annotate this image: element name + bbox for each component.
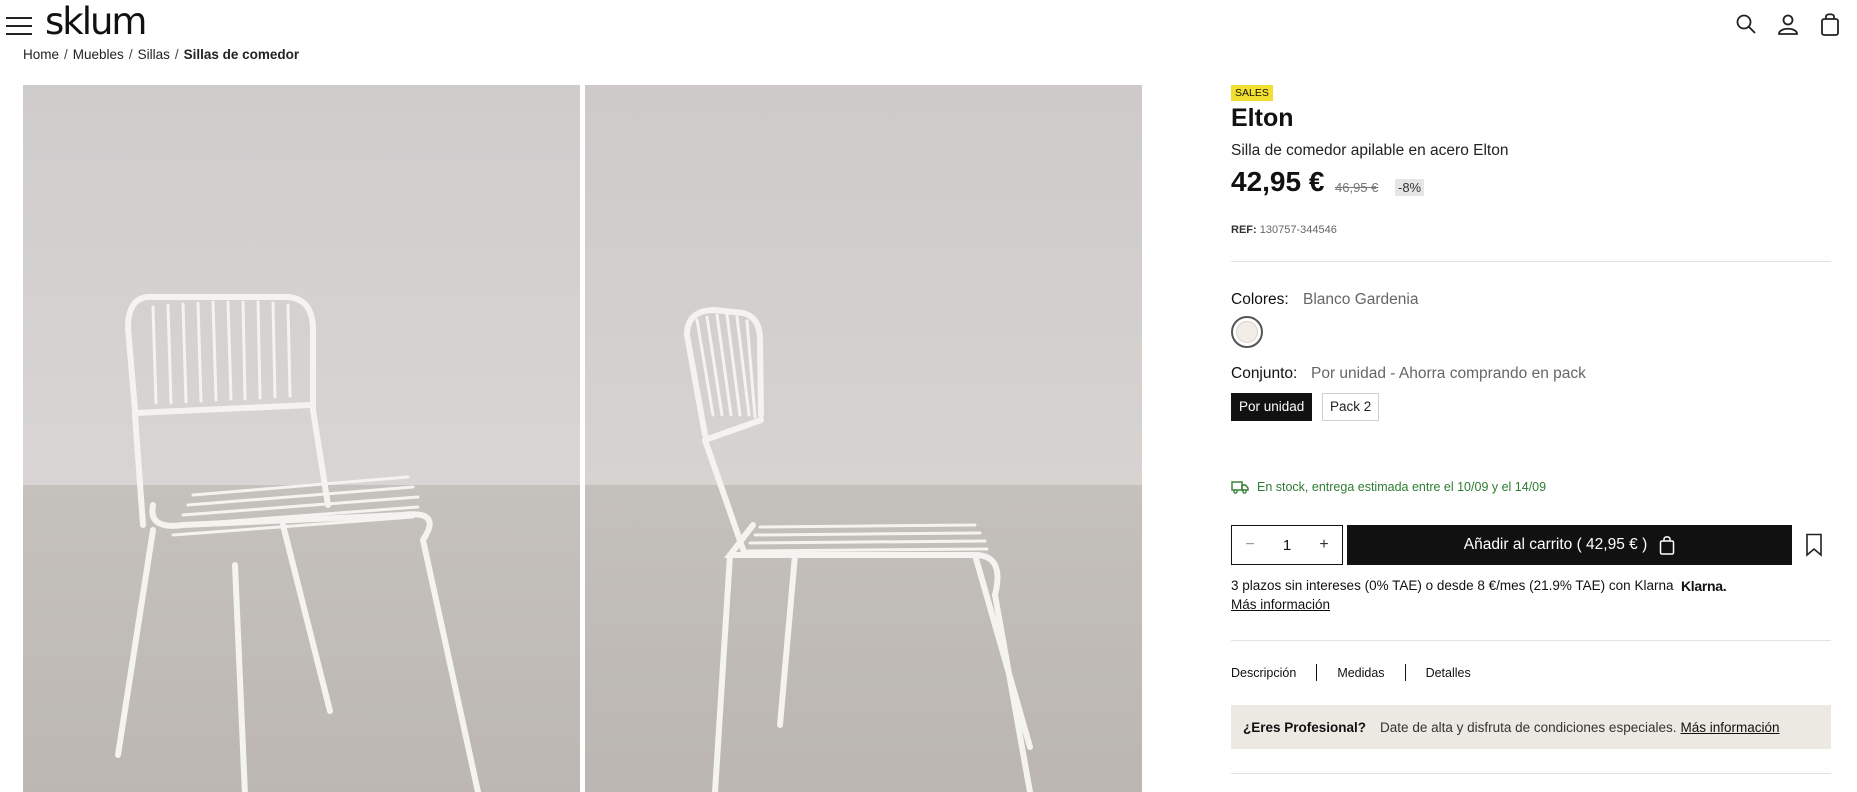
tab-descripcion[interactable]: Descripción (1231, 666, 1296, 680)
product-price: 42,95 € (1231, 166, 1325, 197)
breadcrumb-separator: / (128, 47, 133, 62)
klarna-logo: Klarna. (1681, 578, 1727, 594)
ref-label: REF: (1231, 224, 1257, 236)
breadcrumb-current[interactable]: Sillas de comedor (184, 47, 300, 62)
set-label: Conjunto: (1231, 365, 1298, 382)
product-details: SALES Elton Silla de comedor apilable en… (1231, 0, 1831, 792)
product-ref: REF: 130757-344546 (1231, 224, 1337, 236)
breadcrumb: Home / Muebles / Sillas / Sillas de come… (23, 47, 299, 62)
option-por-unidad[interactable]: Por unidad (1231, 393, 1313, 421)
pro-text: Date de alta y disfruta de condiciones e… (1380, 719, 1677, 735)
breadcrumb-separator: / (64, 47, 68, 62)
divider (1231, 261, 1831, 262)
stock-text: En stock, entrega estimada entre el 10/0… (1257, 480, 1547, 494)
product-image-front[interactable] (23, 85, 580, 792)
divider (1231, 640, 1831, 641)
divider (1231, 773, 1831, 774)
truck-icon (1231, 480, 1249, 494)
product-subtitle: Silla de comedor apilable en acero Elton (1231, 142, 1509, 159)
add-to-cart-button[interactable]: Añadir al carrito ( 42,95 € ) (1347, 525, 1792, 565)
tab-separator (1404, 664, 1406, 681)
quantity-stepper: − 1 + (1231, 525, 1343, 565)
bookmark-icon[interactable] (1804, 533, 1824, 557)
colors-label: Colores: (1231, 291, 1289, 308)
color-swatch-blanco-gardenia[interactable] (1231, 316, 1263, 348)
breadcrumb-home[interactable]: Home (23, 47, 59, 62)
tab-separator (1316, 664, 1318, 681)
klarna-more-info-link[interactable]: Más información (1231, 597, 1330, 612)
increase-quantity-button[interactable]: + (1316, 536, 1332, 554)
product-gallery (23, 85, 1142, 792)
discount-badge: -8% (1395, 179, 1425, 196)
decrease-quantity-button[interactable]: − (1242, 536, 1258, 554)
set-value: Por unidad - Ahorra comprando en pack (1311, 365, 1586, 382)
quantity-value[interactable]: 1 (1283, 537, 1291, 554)
product-image-side[interactable] (585, 85, 1142, 792)
breadcrumb-sillas[interactable]: Sillas (138, 47, 170, 62)
product-tabs: Descripción Medidas Detalles (1231, 664, 1471, 681)
breadcrumb-muebles[interactable]: Muebles (73, 47, 124, 62)
stock-status: En stock, entrega estimada entre el 10/0… (1231, 480, 1546, 494)
tab-medidas[interactable]: Medidas (1337, 666, 1384, 680)
colors-value: Blanco Gardenia (1303, 291, 1419, 308)
shopping-bag-icon (1660, 536, 1675, 555)
klarna-financing-text: 3 plazos sin intereses (0% TAE) o desde … (1231, 578, 1674, 593)
pro-more-info-link[interactable]: Más información (1680, 720, 1779, 735)
ref-value: 130757-344546 (1259, 224, 1337, 236)
swatch-fill (1236, 321, 1258, 343)
menu-icon[interactable] (6, 17, 32, 35)
professional-banner: ¿Eres Profesional? Date de alta y disfru… (1231, 705, 1831, 749)
old-price: 46,95 € (1335, 180, 1379, 195)
add-to-cart-label: Añadir al carrito ( 42,95 € ) (1463, 536, 1648, 553)
pro-question: ¿Eres Profesional? (1243, 719, 1367, 735)
product-title: Elton (1231, 104, 1294, 132)
logo[interactable]: sklum (45, 0, 147, 43)
breadcrumb-separator: / (174, 47, 179, 62)
sales-badge: SALES (1231, 85, 1273, 101)
option-pack-2[interactable]: Pack 2 (1322, 393, 1380, 421)
tab-detalles[interactable]: Detalles (1426, 666, 1471, 680)
